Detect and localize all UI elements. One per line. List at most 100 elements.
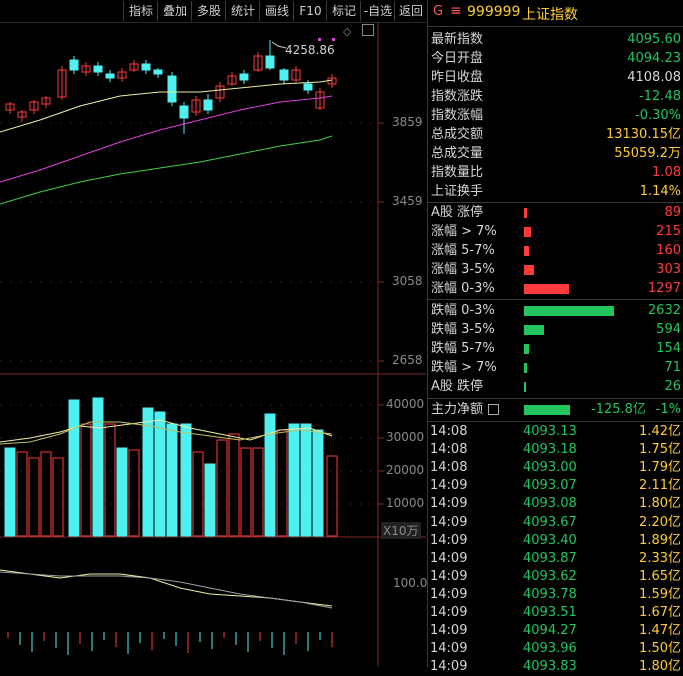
tick-price: 4093.51 bbox=[523, 605, 577, 620]
breadth-label: 跌幅 5-7% bbox=[431, 341, 495, 356]
diamond-icon[interactable]: ◇ bbox=[343, 25, 351, 38]
volume-bar bbox=[116, 447, 128, 537]
breadth-row: 涨幅 5-7% 160 bbox=[428, 241, 683, 260]
toolbar-button[interactable]: F10 bbox=[293, 1, 327, 21]
main-flow: 主力净额 -125.8亿 -1% bbox=[428, 400, 683, 419]
breadth-bar bbox=[524, 246, 529, 256]
layout-toggle-icon[interactable] bbox=[362, 24, 374, 36]
tick-price: 4093.78 bbox=[523, 586, 577, 602]
main-flow-bar bbox=[524, 405, 570, 415]
kline-chart-canvas[interactable] bbox=[0, 22, 426, 667]
volume-bar bbox=[40, 451, 52, 537]
stat-label: 最新指数 bbox=[431, 32, 484, 47]
volume-bar bbox=[92, 397, 104, 537]
volume-bar bbox=[228, 433, 240, 537]
breadth-value: 71 bbox=[664, 360, 681, 375]
candle-body bbox=[141, 63, 151, 71]
candle-body bbox=[153, 69, 163, 75]
breadth-row: 跌幅 0-3% 2632 bbox=[428, 301, 683, 320]
chart-toolbar: 指标 叠加 多股 统计 画线 F10 标记 -自选 返回 bbox=[0, 0, 426, 23]
tick-volume: 1.89亿 bbox=[639, 532, 681, 548]
tick-time: 14:09 bbox=[430, 532, 468, 548]
stat-value: 1.14% bbox=[639, 184, 681, 199]
breadth-bar bbox=[524, 306, 614, 316]
candle-body bbox=[69, 59, 79, 71]
stat-row: 总成交额 13130.15亿 bbox=[428, 125, 683, 144]
breadth-label: 跌幅 > 7% bbox=[431, 360, 497, 375]
stat-row: 昨日收盘 4108.08 bbox=[428, 68, 683, 87]
stat-row: 指数涨跌 -12.48 bbox=[428, 87, 683, 106]
stat-value: 4094.23 bbox=[627, 51, 681, 66]
stat-value: 4095.60 bbox=[627, 32, 681, 47]
tick-time: 14:08 bbox=[430, 424, 468, 439]
tick-volume: 2.11亿 bbox=[639, 478, 681, 494]
kline-chart[interactable]: ◇ 4258.86 3859 3459 3058 2658 40000 3000… bbox=[0, 22, 427, 667]
candle-body bbox=[265, 55, 275, 69]
tick-time: 14:09 bbox=[430, 586, 468, 602]
quote-panel: G ≡ 999999 上证指数 最新指数 4095.60 今日开盘 4094.23 昨日… bbox=[427, 0, 683, 674]
tick-time: 14:09 bbox=[430, 550, 468, 566]
breadth-label: A股 跌停 bbox=[431, 379, 484, 394]
list-icon[interactable] bbox=[488, 404, 499, 415]
stat-label: 指数涨幅 bbox=[431, 108, 484, 123]
toolbar-button[interactable]: -自选 bbox=[360, 1, 395, 21]
volume-bar bbox=[192, 451, 204, 537]
badge: G bbox=[433, 4, 444, 19]
candle-body bbox=[279, 69, 289, 81]
quote-header: G ≡ 999999 上证指数 bbox=[428, 0, 683, 27]
toolbar-button[interactable]: 多股 bbox=[191, 1, 226, 21]
volume-bar bbox=[216, 439, 228, 537]
tick-time: 14:09 bbox=[430, 496, 468, 512]
tick-row: 14:09 4093.07 2.11亿 bbox=[428, 477, 683, 495]
security-name: 上证指数 bbox=[522, 7, 578, 23]
breadth-row: 跌幅 > 7% 71 bbox=[428, 358, 683, 377]
stat-row: 最新指数 4095.60 bbox=[428, 30, 683, 49]
stat-row: 今日开盘 4094.23 bbox=[428, 49, 683, 68]
tick-time: 14:08 bbox=[430, 442, 468, 458]
tick-volume: 2.20亿 bbox=[639, 514, 681, 530]
breadth-row: 涨幅 > 7% 215 bbox=[428, 222, 683, 241]
tick-price: 4093.00 bbox=[523, 460, 577, 476]
breadth-value: 89 bbox=[664, 205, 681, 220]
tick-volume: 1.79亿 bbox=[639, 460, 681, 476]
toolbar-button[interactable]: 指标 bbox=[123, 1, 158, 21]
stat-label: 上证换手 bbox=[431, 184, 484, 199]
tick-row: 14:08 4093.18 1.75亿 bbox=[428, 441, 683, 459]
breadth-value: 154 bbox=[656, 341, 681, 356]
tick-time: 14:09 bbox=[430, 641, 468, 657]
ma5-line bbox=[0, 79, 333, 133]
tick-volume: 1.42亿 bbox=[639, 424, 681, 439]
toolbar-button[interactable]: 画线 bbox=[259, 1, 294, 21]
tick-price: 4094.27 bbox=[523, 623, 577, 639]
candle-body bbox=[167, 75, 177, 103]
tick-volume: 1.75亿 bbox=[639, 442, 681, 458]
breadth-value: 160 bbox=[656, 243, 681, 258]
stat-row: 总成交量 55059.2万 bbox=[428, 144, 683, 163]
tick-volume: 1.80亿 bbox=[639, 496, 681, 512]
stat-label: 指数量比 bbox=[431, 165, 484, 180]
candle-body bbox=[179, 105, 189, 119]
tick-volume: 1.47亿 bbox=[639, 623, 681, 639]
tick-time: 14:09 bbox=[430, 623, 468, 639]
menu-icon[interactable]: ≡ bbox=[450, 3, 462, 19]
breadth-value: 1297 bbox=[647, 281, 681, 296]
volume-ma-line bbox=[0, 419, 333, 443]
stat-value: 55059.2万 bbox=[614, 146, 681, 161]
tick-price: 4093.96 bbox=[523, 641, 577, 657]
tick-row: 14:09 4093.40 1.89亿 bbox=[428, 532, 683, 550]
stat-label: 总成交额 bbox=[431, 127, 484, 142]
breadth-bar bbox=[524, 325, 544, 335]
breadth-label: A股 涨停 bbox=[431, 205, 484, 220]
toolbar-button[interactable]: 标记 bbox=[326, 1, 361, 21]
breadth-bar bbox=[524, 382, 526, 392]
breadth-label: 跌幅 0-3% bbox=[431, 303, 495, 318]
breadth-row: A股 跌停 26 bbox=[428, 377, 683, 396]
tick-price: 4093.87 bbox=[523, 550, 577, 566]
tick-row: 14:08 4093.13 1.42亿 bbox=[428, 423, 683, 441]
price-axis-label: 3058 bbox=[392, 274, 423, 288]
toolbar-button[interactable]: 返回 bbox=[394, 1, 427, 21]
toolbar-button[interactable]: 叠加 bbox=[157, 1, 192, 21]
toolbar-button[interactable]: 统计 bbox=[225, 1, 260, 21]
stat-value: -0.30% bbox=[635, 108, 681, 123]
breadth-row: A股 涨停 89 bbox=[428, 203, 683, 222]
